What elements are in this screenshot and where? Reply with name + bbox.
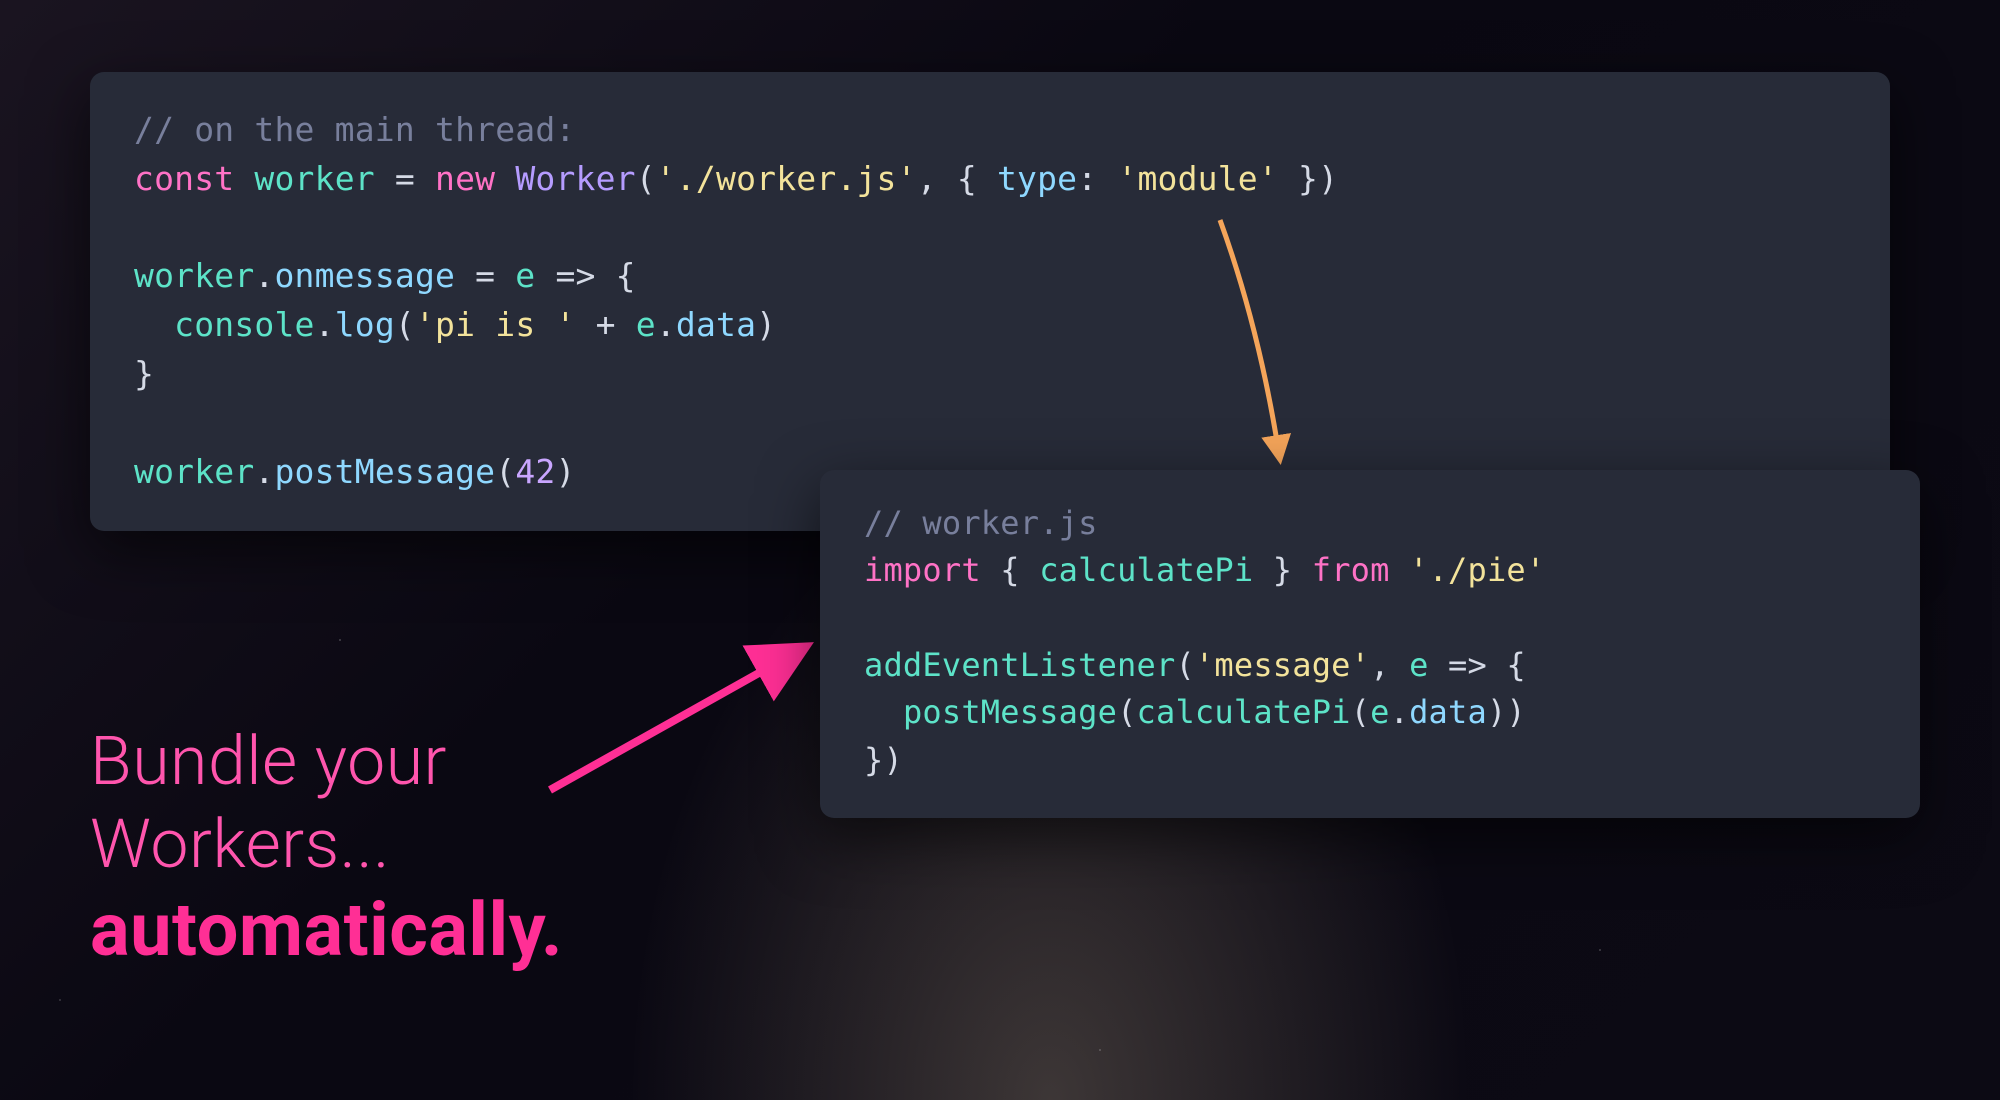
punc: , xyxy=(1370,646,1409,684)
punc: }) xyxy=(864,741,903,779)
punc: , { xyxy=(917,159,997,198)
punc: { xyxy=(981,551,1039,589)
str-pi: 'pi is ' xyxy=(415,305,576,344)
str-message: 'message' xyxy=(1195,646,1370,684)
punc: = xyxy=(455,256,515,295)
punc: + xyxy=(576,305,636,344)
punc: ( xyxy=(1351,693,1370,731)
punc: ( xyxy=(636,159,656,198)
var-worker: worker xyxy=(134,452,254,491)
var-calculatepi: calculatePi xyxy=(1137,693,1351,731)
var-calculatepi: calculatePi xyxy=(1039,551,1253,589)
punc: ( xyxy=(395,305,415,344)
punc: ) xyxy=(555,452,575,491)
code-block-main-thread: // on the main thread: const worker = ne… xyxy=(90,72,1890,531)
code-block-worker: // worker.js import { calculatePi } from… xyxy=(820,470,1920,818)
prop-data: data xyxy=(1409,693,1487,731)
var-worker: worker xyxy=(134,256,254,295)
punc: : xyxy=(1077,159,1117,198)
punc: } xyxy=(134,354,154,393)
prop-log: log xyxy=(335,305,395,344)
kw-import: import xyxy=(864,551,981,589)
caption-line2: Workers... xyxy=(90,803,563,886)
str-path: './worker.js' xyxy=(656,159,917,198)
punc: ( xyxy=(1175,646,1194,684)
prop-postmessage: postMessage xyxy=(274,452,495,491)
punc: => { xyxy=(535,256,635,295)
indent xyxy=(134,305,174,344)
var-console: console xyxy=(174,305,314,344)
caption-line1: Bundle your xyxy=(90,720,563,803)
punc: ( xyxy=(495,452,515,491)
var-e: e xyxy=(636,305,656,344)
var-e: e xyxy=(1409,646,1428,684)
punc: }) xyxy=(1278,159,1338,198)
indent xyxy=(864,693,903,731)
class-worker: Worker xyxy=(515,159,635,198)
kw-from: from xyxy=(1312,551,1390,589)
kw-const: const xyxy=(134,159,234,198)
var-worker: worker xyxy=(254,159,374,198)
punc: . xyxy=(1390,693,1409,731)
num-42: 42 xyxy=(515,452,555,491)
punc: } xyxy=(1253,551,1311,589)
prop-onmessage: onmessage xyxy=(274,256,455,295)
var-postmessage: postMessage xyxy=(903,693,1117,731)
prop-type: type xyxy=(997,159,1077,198)
caption-line3: automatically. xyxy=(90,886,563,976)
punc: . xyxy=(656,305,676,344)
var-e: e xyxy=(1370,693,1389,731)
punc: = xyxy=(375,159,435,198)
var-e: e xyxy=(515,256,535,295)
code-comment: // on the main thread: xyxy=(134,110,576,149)
punc: => { xyxy=(1429,646,1526,684)
var-addeventlistener: addEventListener xyxy=(864,646,1175,684)
caption: Bundle your Workers... automatically. xyxy=(90,720,563,976)
punc: . xyxy=(254,256,274,295)
str-module: 'module' xyxy=(1117,159,1278,198)
prop-data: data xyxy=(676,305,756,344)
str-pie: './pie' xyxy=(1409,551,1545,589)
punc: )) xyxy=(1487,693,1526,731)
code-comment: // worker.js xyxy=(864,504,1098,542)
punc: . xyxy=(315,305,335,344)
punc: . xyxy=(254,452,274,491)
space xyxy=(1390,551,1409,589)
punc: ( xyxy=(1117,693,1136,731)
punc: ) xyxy=(756,305,776,344)
kw-new: new xyxy=(435,159,495,198)
